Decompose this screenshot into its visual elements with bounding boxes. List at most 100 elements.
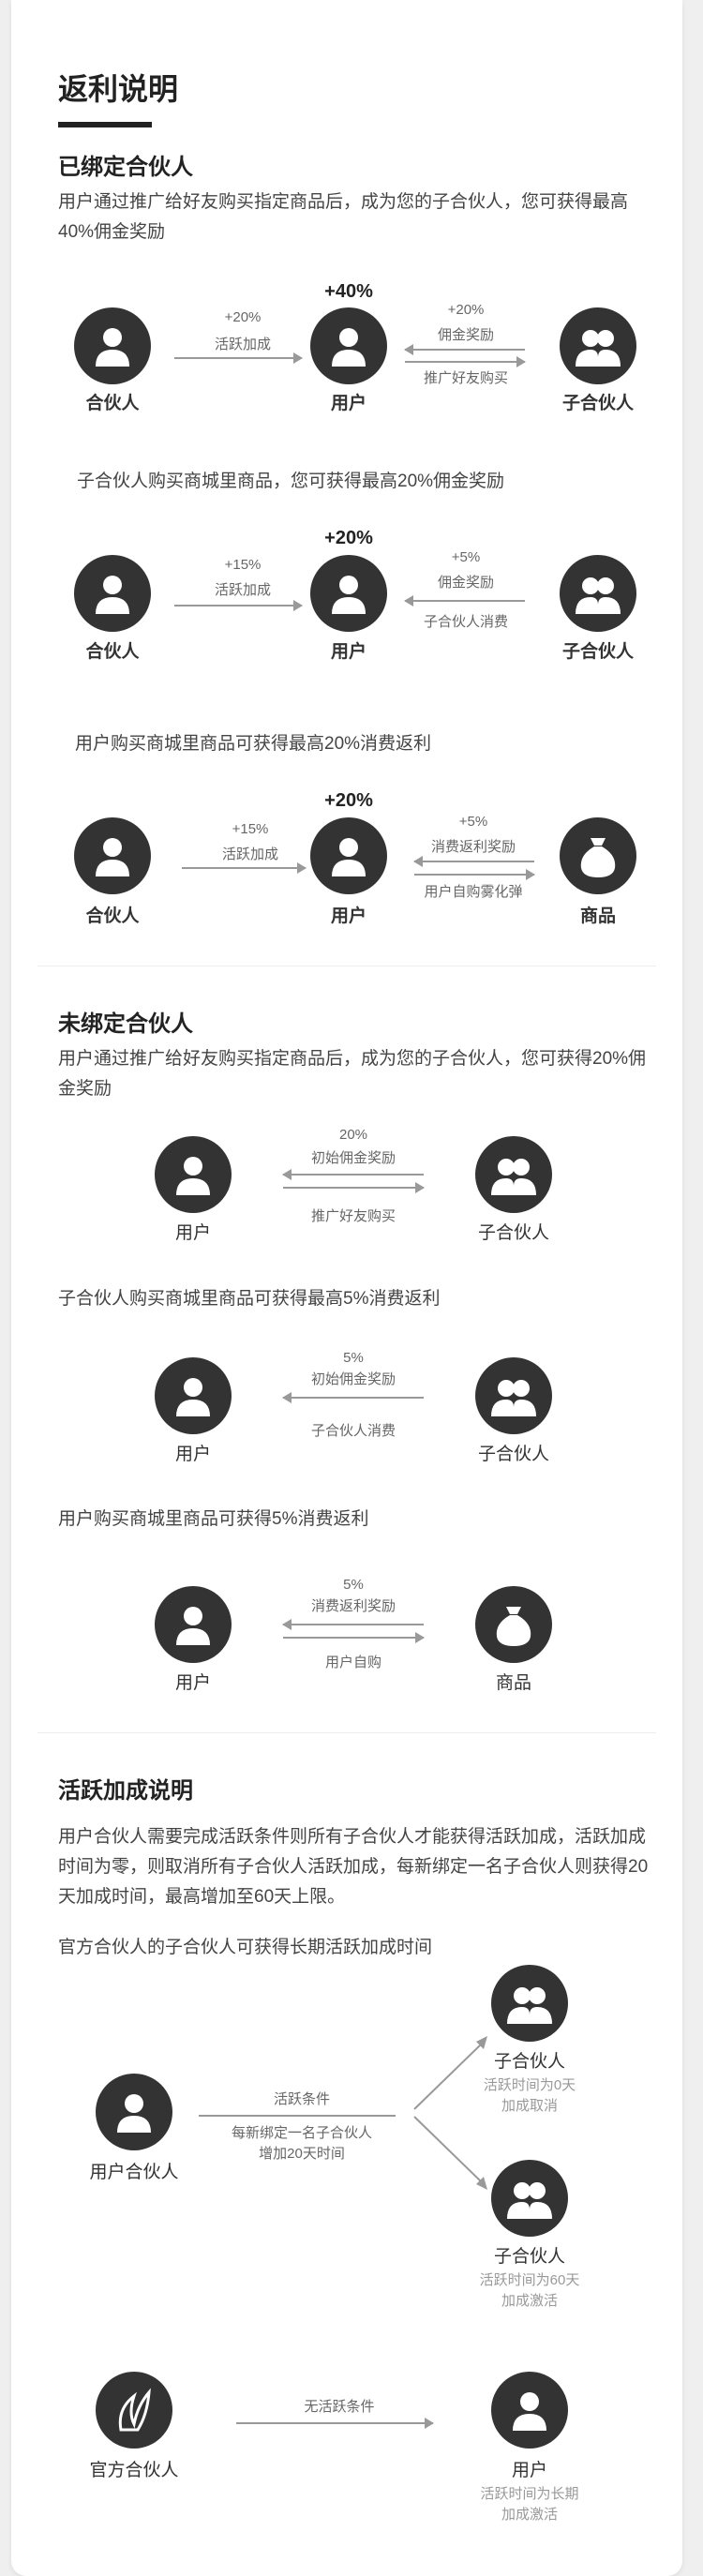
partner-avatar-icon [74,307,151,384]
unbound-section-title: 未绑定合伙人 [58,1011,193,1037]
row1-arrow2-left [404,344,525,355]
urow2-top1: 5% [343,1350,364,1366]
urow2-arrow [282,1392,424,1403]
row1-arrow2-bottom: 推广好友购买 [423,370,508,386]
partner-avatar-icon [74,555,151,632]
official-partner-label: 官方合伙人 [89,2461,179,2480]
urow2-left-label: 用户 [174,1445,211,1464]
page-title: 返利说明 [58,72,179,106]
row3-arrow2-right [414,869,535,880]
urow3-top1: 5% [343,1577,364,1593]
bound-section-title: 已绑定合伙人 [58,155,193,180]
active-sub: 官方合伙人的子合伙人可获得长期活跃加成时间 [58,1938,433,1957]
cond-line1: 每新绑定一名子合伙人 [231,2125,372,2141]
row1-arrow2-right [405,356,526,367]
row1-arrow2-top: +20% [447,302,485,318]
urow3-arrow-left [282,1619,424,1630]
row1-arrow1-top: +20% [224,309,262,325]
row2-arrow2 [404,595,525,607]
row2-arrow2-bottom: 子合伙人消费 [423,614,508,630]
product-bag-icon [560,817,636,894]
urow1-left-label: 用户 [174,1223,211,1243]
cond-line [199,2115,396,2117]
row2-arrow1-top: +15% [224,557,262,573]
user-avatar-icon [155,1586,232,1663]
user-partner-avatar-icon [96,2074,172,2150]
section-divider [37,1732,656,1733]
urow2-right-label: 子合伙人 [477,1445,549,1464]
active-section-title: 活跃加成说明 [58,1778,193,1804]
bound-sub2: 子合伙人购买商城里商品，您可获得最高20%佣金奖励 [77,472,505,491]
row3-mid-label: 用户 [330,906,366,926]
sub-partner-avatar-icon [475,1357,552,1434]
partner-avatar-icon [74,817,151,894]
user-avatar-icon [155,1136,232,1213]
urow2-top2: 初始佣金奖励 [310,1371,396,1387]
row3-left-label: 合伙人 [85,906,140,926]
title-underline [58,122,152,127]
user-partner-label: 用户合伙人 [89,2163,179,2182]
row3-right-label: 商品 [579,906,616,926]
row2-arrow1 [174,600,303,611]
user-avatar-icon [155,1357,232,1434]
row2-arrow2-mid: 佣金奖励 [437,575,494,591]
urow1-right-label: 子合伙人 [477,1223,549,1243]
unbound-intro: 用户通过推广给好友购买指定商品后，成为您的子合伙人，您可获得20%佣金奖励 [58,1049,647,1099]
urow1-top1: 20% [338,1127,368,1143]
urow3-left-label: 用户 [174,1673,211,1693]
product-bag-icon [475,1586,552,1663]
sub-partner-avatar-icon [491,2160,568,2237]
row1-arrow2-mid: 佣金奖励 [437,327,494,343]
urow3-bottom: 用户自购 [324,1655,381,1670]
official-partner-logo-icon [96,2372,172,2449]
bound-intro: 用户通过推广给好友购买指定商品后，成为您的子合伙人，您可获得最高40%佣金奖励 [58,192,629,242]
row3-arrow2-top: +5% [458,814,488,830]
row1-arrow1-bottom: 活跃加成 [214,337,271,352]
row2-arrow1-bottom: 活跃加成 [214,582,271,598]
child-b-note1: 活跃时间为60天 [479,2272,580,2288]
urow3-right-label: 商品 [495,1673,531,1693]
sub-partner-avatar-icon [560,555,636,632]
urow3-arrow-right [283,1632,425,1643]
row3-arrow1-top: +15% [232,821,269,837]
urow2-bottom: 子合伙人消费 [310,1423,396,1439]
urow1-bottom: 推广好友购买 [310,1208,396,1224]
row2-pct: +20% [324,528,373,548]
child-b-note2: 加成激活 [501,2293,558,2309]
urow1-top2: 初始佣金奖励 [310,1150,396,1166]
row1-pct: +40% [324,281,373,302]
child-a-note2: 加成取消 [501,2098,558,2114]
unbound-sub2: 子合伙人购买商城里商品可获得最高5%消费返利 [58,1289,441,1309]
sub-partner-avatar-icon [491,1965,568,2042]
row2-left-label: 合伙人 [85,642,140,662]
row2-arrow2-top: +5% [451,549,481,565]
urow1-arrow-right [283,1182,425,1193]
content-card: 返利说明 已绑定合伙人 用户通过推广给好友购买指定商品后，成为您的子合伙人，您可… [11,0,682,2576]
user-avatar-icon [310,555,387,632]
official-user-label: 用户 [511,2461,547,2480]
row1-right-label: 子合伙人 [561,394,634,413]
active-intro: 用户合伙人需要完成活跃条件则所有子合伙人才能获得活跃加成，活跃加成时间为零，则取… [58,1827,649,1907]
row2-right-label: 子合伙人 [561,642,634,662]
unbound-sub3: 用户购买商城里商品可获得5%消费返利 [58,1509,369,1529]
row3-arrow2-left [413,856,534,867]
child-a-note1: 活跃时间为0天 [483,2077,576,2093]
user-avatar-icon [491,2372,568,2449]
row3-arrow2-bottom: 用户自购雾化弹 [424,884,523,900]
official-user-note2: 加成激活 [501,2507,558,2523]
cond-title: 活跃条件 [273,2091,330,2107]
child-b-label: 子合伙人 [493,2247,565,2267]
official-arrow [236,2418,434,2429]
row2-mid-label: 用户 [330,642,366,662]
row3-pct: +20% [324,790,373,811]
row1-arrow1 [174,352,303,364]
row3-arrow1-bottom: 活跃加成 [221,846,278,862]
sub-partner-avatar-icon [560,307,636,384]
user-avatar-icon [310,307,387,384]
sub-partner-avatar-icon [475,1136,552,1213]
urow1-arrow-left [282,1169,424,1180]
row1-left-label: 合伙人 [85,394,140,413]
row3-arrow1 [182,862,307,874]
row3-arrow2-mid: 消费返利奖励 [430,839,516,855]
child-a-label: 子合伙人 [493,2052,565,2072]
